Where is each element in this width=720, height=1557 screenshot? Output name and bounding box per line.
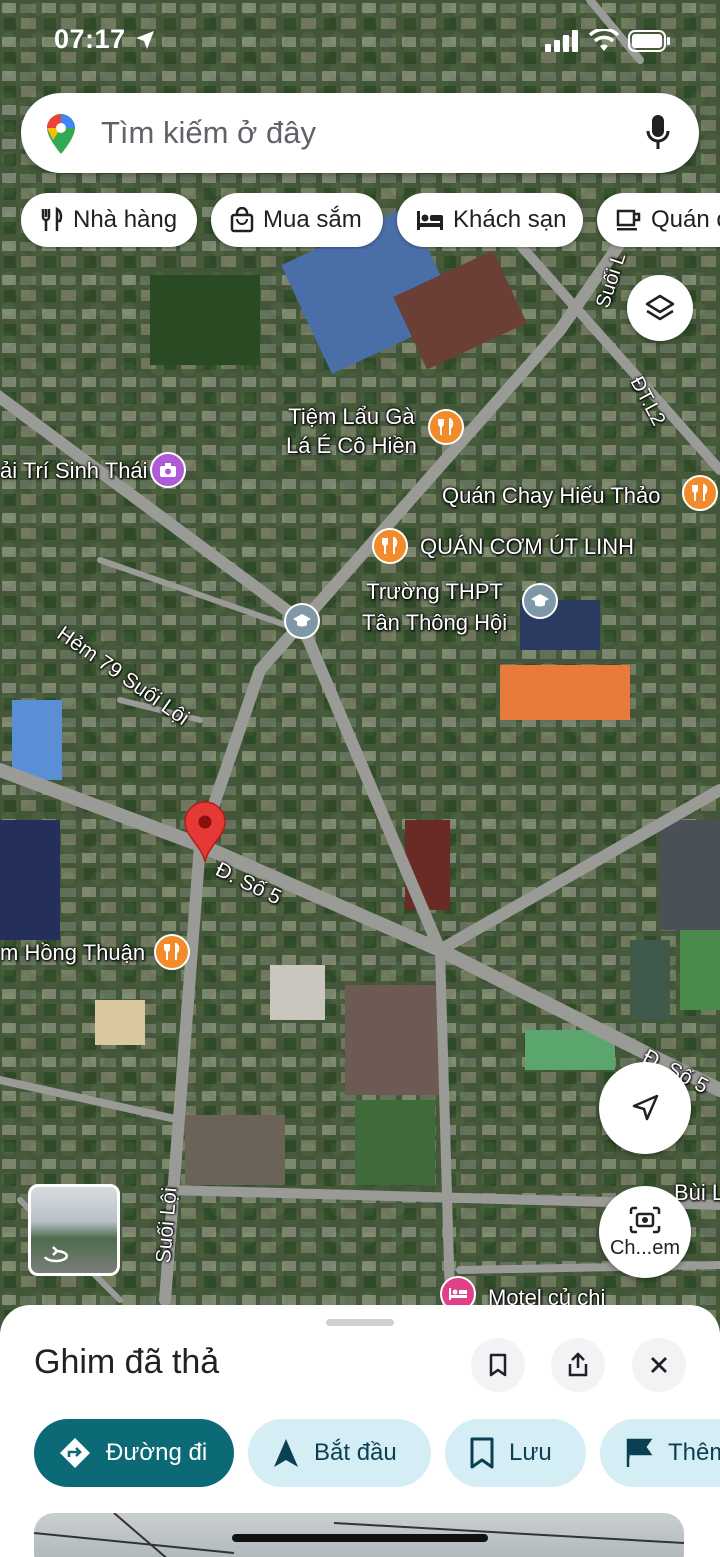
layers-button[interactable]	[627, 275, 693, 341]
flag-icon	[626, 1438, 653, 1467]
my-location-button[interactable]	[599, 1062, 691, 1154]
directions-icon	[60, 1438, 90, 1468]
more-button[interactable]: Thêm	[600, 1419, 720, 1487]
category-chips: Nhà hàng Mua sắm Khách sạn Quán c	[21, 193, 720, 249]
share-button[interactable]	[551, 1338, 605, 1392]
bookmark-icon	[470, 1437, 494, 1469]
search-input[interactable]: Tìm kiếm ở đây	[101, 115, 316, 151]
school-pin-icon[interactable]	[284, 603, 320, 639]
microphone-icon[interactable]	[645, 113, 671, 153]
navigation-arrow-icon	[632, 1094, 659, 1121]
close-button[interactable]	[632, 1338, 686, 1392]
restaurant-pin-icon[interactable]	[428, 409, 464, 445]
school-pin-icon[interactable]	[522, 583, 558, 619]
search-bar[interactable]: Tìm kiếm ở đây	[21, 93, 699, 173]
home-indicator[interactable]	[232, 1534, 488, 1542]
start-navigation-button[interactable]: Bắt đầu	[248, 1419, 431, 1487]
poi-label-lau-ga[interactable]: Tiệm Lẩu Gà Lá É Cô Hiền	[286, 402, 417, 460]
status-bar: 07:17	[0, 0, 720, 80]
save-bookmark-button[interactable]	[471, 1338, 525, 1392]
lens-button-label: Ch...em	[609, 1236, 681, 1259]
camera-lens-icon	[629, 1206, 661, 1233]
bookmark-icon	[489, 1353, 507, 1377]
battery-icon	[628, 30, 670, 52]
street-view-rotate-icon	[43, 1246, 68, 1263]
dropped-pin-icon[interactable]	[182, 800, 228, 864]
wifi-icon	[589, 29, 619, 51]
street-view-thumbnail[interactable]	[28, 1184, 120, 1276]
poi-label-bui[interactable]: Bùi L	[674, 1180, 720, 1206]
shopping-bag-icon	[230, 207, 254, 233]
location-arrow-icon	[136, 31, 154, 49]
navigation-start-icon	[274, 1439, 298, 1467]
coffee-cup-icon	[616, 209, 641, 231]
save-button[interactable]: Lưu	[445, 1419, 586, 1487]
poi-label-truong[interactable]: Trường THPT Tân Thông Hội	[362, 576, 507, 638]
directions-button[interactable]: Đường đi	[34, 1419, 234, 1487]
chip-shopping[interactable]: Mua sắm	[211, 193, 383, 247]
poi-label-sinh-thai[interactable]: ải Trí Sinh Thái	[0, 458, 148, 484]
cellular-signal-icon	[545, 30, 578, 52]
sheet-title: Ghim đã thả	[34, 1343, 220, 1381]
hotel-bed-icon	[417, 211, 443, 230]
poi-label-quan-com[interactable]: QUÁN CƠM ÚT LINH	[420, 534, 634, 560]
chip-cafe[interactable]: Quán c	[597, 193, 720, 247]
chip-hotels[interactable]: Khách sạn	[397, 193, 583, 247]
lens-button[interactable]: Ch...em	[599, 1186, 691, 1278]
google-maps-logo-icon	[47, 114, 75, 154]
camera-pin-icon[interactable]	[150, 452, 186, 488]
layers-icon	[645, 294, 675, 321]
chip-restaurants[interactable]: Nhà hàng	[21, 193, 197, 247]
close-icon	[651, 1357, 667, 1373]
sheet-drag-handle[interactable]	[326, 1319, 394, 1326]
poi-label-quan-chay[interactable]: Quán Chay Hiếu Thảo	[442, 483, 661, 509]
restaurant-pin-icon[interactable]	[154, 934, 190, 970]
share-icon	[568, 1352, 588, 1377]
restaurant-pin-icon[interactable]	[682, 475, 718, 511]
restaurant-icon	[41, 207, 63, 231]
clock: 07:17	[54, 24, 126, 54]
place-bottom-sheet[interactable]: Ghim đã thả Đường đi Bắt đầu Lưu Thêm	[0, 1305, 720, 1557]
poi-label-hong-thuan[interactable]: m Hồng Thuận	[0, 940, 145, 966]
restaurant-pin-icon[interactable]	[372, 528, 408, 564]
